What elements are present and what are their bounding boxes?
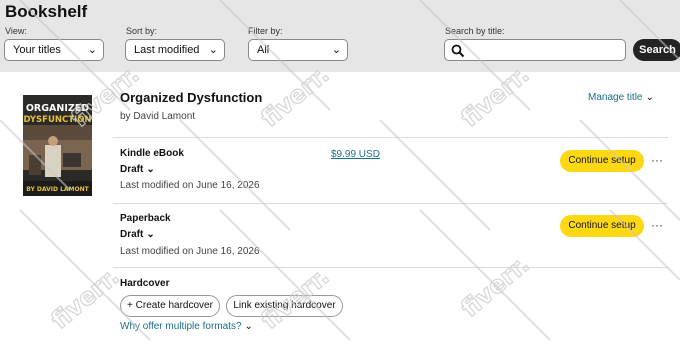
price-link[interactable]: $9.99 USD xyxy=(331,149,380,160)
chevron-down-icon: ⌄ xyxy=(331,44,341,56)
why-multiple-formats-label: Why offer multiple formats? xyxy=(120,321,242,332)
more-options-icon[interactable]: ··· xyxy=(651,153,663,167)
view-label: View: xyxy=(5,26,27,36)
format-status-dropdown[interactable]: Draft ⌄ xyxy=(120,164,155,175)
view-select[interactable]: Your titles ⌄ xyxy=(4,39,104,61)
format-modified-date: Last modified on June 16, 2026 xyxy=(120,246,260,257)
watermark-text: fiverr. xyxy=(46,262,125,334)
sort-label: Sort by: xyxy=(126,26,158,36)
filter-label: Filter by: xyxy=(248,26,283,36)
why-multiple-formats-link[interactable]: Why offer multiple formats? ⌄ xyxy=(120,321,253,332)
format-name-paperback: Paperback xyxy=(120,213,171,224)
search-input[interactable] xyxy=(444,39,626,61)
cover-title-line1: ORGANIZED xyxy=(26,103,89,114)
format-modified-date: Last modified on June 16, 2026 xyxy=(120,180,260,191)
chevron-down-icon: ⌄ xyxy=(244,321,253,332)
book-cover-image[interactable]: ORGANIZED DYSFUNCTION BY DAVID LAMONT xyxy=(23,95,92,196)
page-title: Bookshelf xyxy=(5,2,88,21)
search-label: Search by title: xyxy=(445,26,505,36)
chevron-down-icon: ⌄ xyxy=(208,44,218,56)
watermark-text: fiverr. xyxy=(456,250,535,322)
search-icon xyxy=(451,44,465,58)
manage-title-label: Manage title xyxy=(588,92,643,103)
format-status-label: Draft xyxy=(120,229,144,240)
top-controls-bar: Bookshelf View: Your titles ⌄ Sort by: L… xyxy=(0,0,680,72)
chevron-down-icon: ⌄ xyxy=(87,44,97,56)
search-button[interactable]: Search xyxy=(633,39,680,61)
book-author: by David Lamont xyxy=(120,111,196,122)
divider xyxy=(113,203,668,204)
format-name-hardcover: Hardcover xyxy=(120,278,170,289)
format-status-label: Draft xyxy=(120,164,144,175)
format-status-dropdown[interactable]: Draft ⌄ xyxy=(120,229,155,240)
divider xyxy=(113,137,668,138)
chevron-down-icon: ⌄ xyxy=(645,92,654,103)
link-existing-hardcover-button[interactable]: Link existing hardcover xyxy=(226,295,343,317)
sort-select[interactable]: Last modified ⌄ xyxy=(125,39,225,61)
cover-author: BY DAVID LAMONT xyxy=(26,186,89,193)
format-name-kindle: Kindle eBook xyxy=(120,148,184,159)
filter-select[interactable]: All ⌄ xyxy=(248,39,348,61)
view-select-value: Your titles xyxy=(13,44,61,56)
manage-title-link[interactable]: Manage title ⌄ xyxy=(588,92,654,103)
more-options-icon[interactable]: ··· xyxy=(651,218,663,232)
sort-select-value: Last modified xyxy=(134,44,200,56)
cover-title-line2: DYSFUNCTION xyxy=(23,115,91,125)
book-title[interactable]: Organized Dysfunction xyxy=(120,90,262,105)
continue-setup-button[interactable]: Continue setup xyxy=(560,215,644,237)
chevron-down-icon: ⌄ xyxy=(146,164,155,175)
filter-select-value: All xyxy=(257,44,270,56)
create-hardcover-button[interactable]: + Create hardcover xyxy=(120,295,220,317)
divider xyxy=(113,267,668,268)
chevron-down-icon: ⌄ xyxy=(146,229,155,240)
continue-setup-button[interactable]: Continue setup xyxy=(560,150,644,172)
